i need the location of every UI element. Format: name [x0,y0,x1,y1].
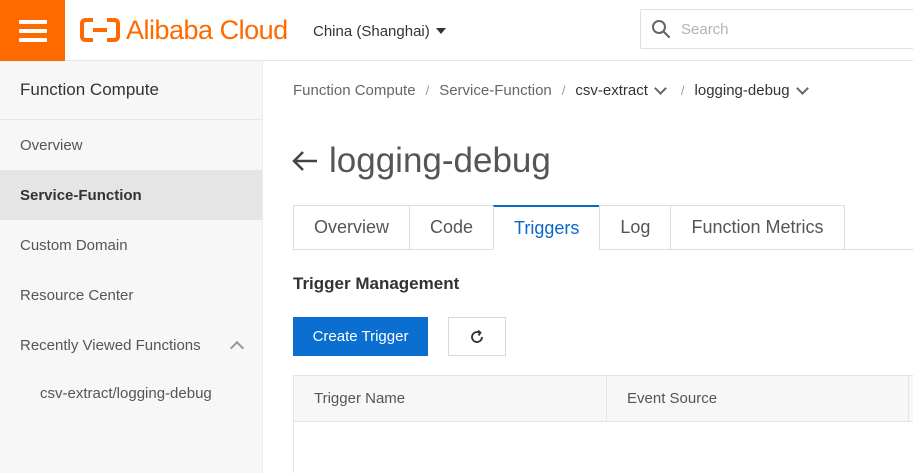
tab-triggers[interactable]: Triggers [493,205,600,250]
alibaba-logo-icon [80,18,120,42]
alibaba-cloud-logo[interactable]: Alibaba Cloud [80,13,288,47]
region-label: China (Shanghai) [313,22,430,40]
chevron-down-icon[interactable] [795,82,809,95]
chevron-down-icon[interactable] [654,82,667,95]
tab-function-metrics[interactable]: Function Metrics [670,205,845,250]
sidebar: Function Compute Overview Service-Functi… [0,61,263,473]
refresh-icon [471,329,483,343]
section-title: Trigger Management [293,274,460,293]
sidebar-item-label: Overview [20,136,83,154]
back-arrow-icon[interactable] [291,150,319,172]
region-selector[interactable]: China (Shanghai) [313,20,446,42]
breadcrumb: Function Compute / Service-Function / cs… [293,82,813,99]
sidebar-item-label: Recently Viewed Functions [20,336,201,354]
search-box[interactable] [640,9,913,49]
sidebar-item-recent-function[interactable]: csv-extract/logging-debug [0,370,262,416]
sidebar-group-recently-viewed[interactable]: Recently Viewed Functions [0,320,262,370]
breadcrumb-separator: / [680,83,685,98]
sidebar-item-custom-domain[interactable]: Custom Domain [0,220,262,270]
search-icon [652,20,671,39]
breadcrumb-function-compute[interactable]: Function Compute [293,82,416,99]
logo-text: Alibaba Cloud [126,14,288,45]
breadcrumb-service[interactable]: csv-extract [575,82,648,99]
breadcrumb-function[interactable]: logging-debug [695,82,790,99]
sidebar-item-service-function[interactable]: Service-Function [0,170,262,220]
search-input[interactable] [681,20,881,38]
page-title: logging-debug [329,141,551,180]
sidebar-item-overview[interactable]: Overview [0,120,262,170]
table-header: Trigger Name Event Source [294,376,913,422]
function-tabs: Overview Code Triggers Log Function Metr… [293,205,913,250]
tab-code[interactable]: Code [409,205,494,250]
menu-icon[interactable] [0,0,65,61]
table-body [294,422,913,473]
sidebar-item-label: Custom Domain [20,236,128,254]
page-header: logging-debug [291,141,551,181]
caret-down-icon [435,28,446,34]
tab-overview[interactable]: Overview [293,205,410,250]
column-header-event-source: Event Source [607,376,909,421]
breadcrumb-separator: / [425,83,430,98]
sidebar-item-label: Resource Center [20,286,134,304]
sidebar-item-resource-center[interactable]: Resource Center [0,270,262,320]
breadcrumb-separator: / [561,83,566,98]
chevron-up-icon[interactable] [229,340,245,355]
top-bar: Alibaba Cloud China (Shanghai) [0,0,913,61]
sidebar-item-label: Service-Function [20,186,142,204]
column-header-trigger-name: Trigger Name [294,376,607,421]
trigger-table: Trigger Name Event Source [293,375,913,473]
main-content: Function Compute / Service-Function / cs… [263,61,913,473]
sidebar-title: Function Compute [0,61,262,120]
refresh-button[interactable] [448,317,506,356]
tab-log[interactable]: Log [599,205,671,250]
sidebar-item-label: csv-extract/logging-debug [40,384,212,402]
breadcrumb-service-function[interactable]: Service-Function [439,82,552,99]
create-trigger-button[interactable]: Create Trigger [293,317,428,356]
